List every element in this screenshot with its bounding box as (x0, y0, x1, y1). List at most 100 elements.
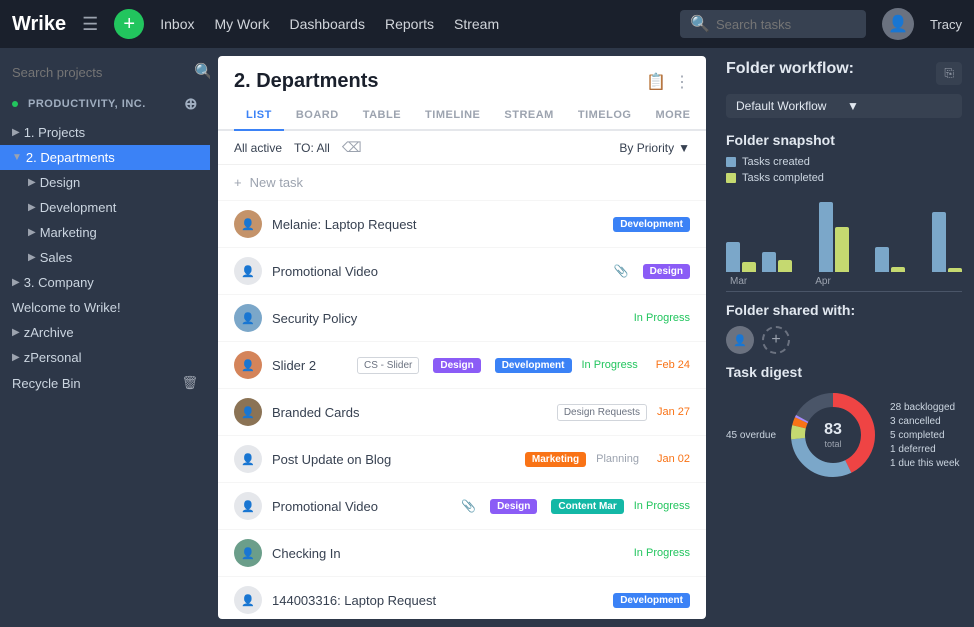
chevron-right-icon: ▶ (28, 227, 36, 238)
main-panel: 2. Departments 📋 ⋮ LIST BOARD TABLE TIME… (218, 56, 706, 619)
tab-timelog[interactable]: TIMELOG (566, 101, 644, 131)
folder-snapshot-title: Folder snapshot (726, 132, 962, 148)
more-options-icon[interactable]: ⋮ (674, 72, 690, 92)
bar-completed-4 (891, 267, 905, 272)
table-row[interactable]: 👤 Promotional Video 📎 Design Content Mar… (218, 483, 706, 530)
chevron-right-icon: ▶ (12, 327, 20, 338)
search-input[interactable] (716, 17, 856, 32)
sidebar-search-input[interactable] (12, 65, 188, 80)
sidebar-label: 2. Departments (26, 150, 115, 165)
stat-completed: 5 completed (890, 430, 960, 441)
table-row[interactable]: 👤 Slider 2 CS - Slider Design Developmen… (218, 342, 706, 389)
sidebar-search-icon: 🔍 (194, 62, 210, 82)
nav-dashboards[interactable]: Dashboards (289, 16, 365, 32)
workflow-dropdown[interactable]: Default Workflow ▼ (726, 94, 962, 118)
add-button[interactable]: + (114, 9, 144, 39)
task-name: 144003316: Laptop Request (272, 593, 599, 608)
nav-mywork[interactable]: My Work (215, 16, 270, 32)
sidebar-label: Marketing (40, 225, 97, 240)
panel-tabs: LIST BOARD TABLE TIMELINE STREAM TIMELOG… (218, 101, 706, 131)
all-active-button[interactable]: All active (234, 141, 282, 155)
filter-icon[interactable]: ⌫ (342, 139, 362, 156)
add-project-icon[interactable]: ⊕ (184, 94, 198, 114)
digest-stats: 28 backlogged 3 cancelled 5 completed 1 … (890, 402, 960, 469)
chevron-down-icon: ▼ (12, 152, 22, 163)
task-status: In Progress (634, 500, 690, 512)
table-row[interactable]: 👤 Checking In In Progress (218, 530, 706, 577)
sidebar-item-departments[interactable]: ▼ 2. Departments (0, 145, 210, 170)
table-row[interactable]: 👤 Promotional Video 📎 Design (218, 248, 706, 295)
sidebar-item-recycle[interactable]: Recycle Bin 🗑 (0, 370, 210, 396)
panel-icons: 📋 ⋮ (646, 72, 690, 92)
task-status: In Progress (634, 547, 690, 559)
tag-development: Development (613, 217, 690, 232)
tab-list[interactable]: LIST (234, 101, 284, 131)
org-name: PRODUCTIVITY, INC. (28, 98, 146, 110)
copy-icon[interactable]: 📋 (646, 72, 666, 92)
nav-stream[interactable]: Stream (454, 16, 499, 32)
tab-timeline[interactable]: TIMELINE (413, 101, 492, 131)
page-title: 2. Departments (234, 70, 379, 93)
bar-completed-3 (835, 227, 849, 272)
nav-inbox[interactable]: Inbox (160, 16, 194, 32)
panel-header: 2. Departments 📋 ⋮ (218, 56, 706, 93)
avatar: 👤 (234, 210, 262, 238)
table-row[interactable]: 👤 Branded Cards Design Requests Jan 27 (218, 389, 706, 436)
donut-label: 83 total (824, 421, 842, 449)
stat-cancelled: 3 cancelled (890, 416, 960, 427)
attachment-icon: 📎 (461, 499, 476, 513)
right-panel: Folder workflow: ⎘ Default Workflow ▼ Fo… (714, 48, 974, 627)
hamburger-icon[interactable]: ☰ (82, 14, 98, 35)
avatar-icon: 👤 (888, 14, 908, 34)
priority-sort-button[interactable]: By Priority ▼ (619, 141, 690, 155)
sidebar-label: 3. Company (24, 275, 94, 290)
tab-more[interactable]: MORE (643, 101, 702, 131)
table-row[interactable]: 👤 144003316: Laptop Request Development (218, 577, 706, 619)
legend-dot-yellow (726, 173, 736, 183)
sidebar-item-zarchive[interactable]: ▶ zArchive (0, 320, 210, 345)
bar-chart (726, 192, 962, 272)
legend: Tasks created Tasks completed (726, 156, 962, 184)
add-task-row[interactable]: + New task (218, 165, 706, 201)
bar-created-4 (875, 247, 889, 272)
main-layout: 🔍 PRODUCTIVITY, INC. ⊕ ▶ 1. Projects ▼ 2… (0, 48, 974, 627)
avatar: 👤 (234, 445, 262, 473)
sidebar-item-projects[interactable]: ▶ 1. Projects (0, 120, 210, 145)
to-all-button[interactable]: TO: All (294, 141, 330, 155)
tab-stream[interactable]: STREAM (492, 101, 565, 131)
tag-design-requests: Design Requests (557, 404, 647, 421)
bar-group-2 (762, 252, 792, 272)
bar-completed-2 (778, 260, 792, 272)
table-row[interactable]: 👤 Melanie: Laptop Request Development (218, 201, 706, 248)
sidebar-item-design[interactable]: ▶ Design (0, 170, 210, 195)
nav-reports[interactable]: Reports (385, 16, 434, 32)
stat-due-this-week: 1 due this week (890, 458, 960, 469)
sidebar-item-company[interactable]: ▶ 3. Company (0, 270, 210, 295)
chevron-right-icon: ▶ (12, 352, 20, 363)
donut-chart: 83 total (788, 390, 878, 480)
sidebar-org: PRODUCTIVITY, INC. ⊕ (0, 88, 210, 120)
folder-shared-title: Folder shared with: (726, 302, 962, 318)
add-shared-button[interactable]: + (762, 326, 790, 354)
bar-group-1 (726, 242, 756, 272)
shared-avatar: 👤 (726, 326, 754, 354)
sidebar-item-zpersonal[interactable]: ▶ zPersonal (0, 345, 210, 370)
tab-board[interactable]: BOARD (284, 101, 351, 131)
bar-created-5 (932, 212, 946, 272)
bar-created-3 (819, 202, 833, 272)
task-status: In Progress (582, 359, 638, 371)
avatar: 👤 (882, 8, 914, 40)
logo-text: Wrike (12, 13, 66, 36)
chevron-right-icon: ▶ (28, 252, 36, 263)
table-row[interactable]: 👤 Post Update on Blog Marketing Planning… (218, 436, 706, 483)
sidebar-item-development[interactable]: ▶ Development (0, 195, 210, 220)
task-name: Melanie: Laptop Request (272, 217, 599, 232)
sidebar-item-welcome[interactable]: Welcome to Wrike! (0, 295, 210, 320)
rss-button[interactable]: ⎘ (936, 62, 962, 85)
tab-table[interactable]: TABLE (351, 101, 413, 131)
table-row[interactable]: 👤 Security Policy In Progress (218, 295, 706, 342)
sidebar-label: 1. Projects (24, 125, 85, 140)
sidebar-item-sales[interactable]: ▶ Sales (0, 245, 210, 270)
nav-links: Inbox My Work Dashboards Reports Stream (160, 16, 499, 32)
sidebar-item-marketing[interactable]: ▶ Marketing (0, 220, 210, 245)
